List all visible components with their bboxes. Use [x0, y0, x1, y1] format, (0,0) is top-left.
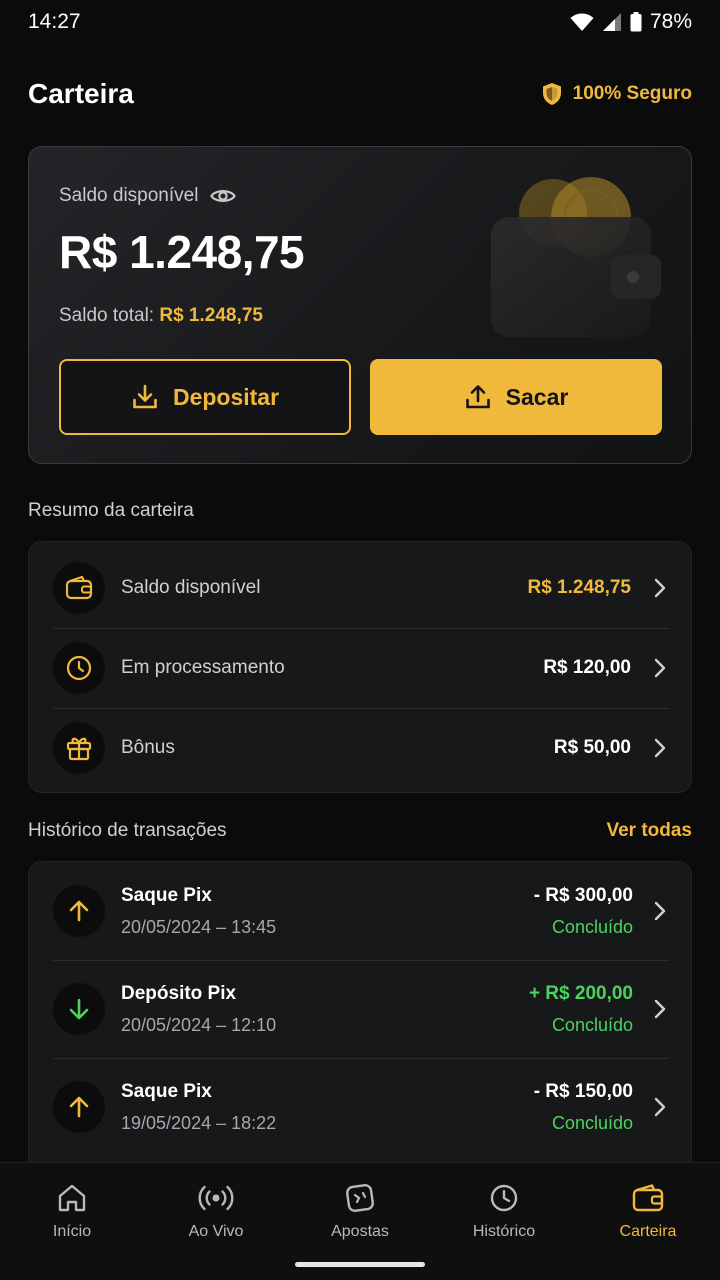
chevron-right-icon [651, 658, 669, 678]
transaction-row[interactable]: Depósito Pix 20/05/2024 – 12:10 + R$ 200… [29, 960, 691, 1058]
summary-row-value: R$ 120,00 [543, 657, 631, 678]
summary-row-processing[interactable]: Em processamento R$ 120,00 [29, 628, 693, 708]
history-icon [490, 1184, 518, 1212]
summary-icon-wrap [53, 642, 105, 694]
transaction-amount-block: - R$ 150,00 Concluído [534, 1081, 633, 1134]
summary-row-value: R$ 1.248,75 [527, 577, 631, 598]
chevron-right-icon [651, 738, 669, 758]
summary-icon-wrap [53, 722, 105, 774]
transaction-info: Saque Pix 19/05/2024 – 18:22 [121, 1081, 534, 1134]
transaction-amount: + R$ 200,00 [528, 982, 633, 1004]
battery-percent: 78% [649, 10, 692, 33]
transaction-icon-wrap [53, 885, 105, 937]
chevron-right-icon [651, 578, 669, 598]
total-balance-label: Saldo total: [59, 305, 155, 326]
summary-row-value: R$ 50,00 [553, 737, 631, 758]
transaction-title: Saque Pix [121, 884, 212, 906]
transaction-status: Concluído [551, 1014, 633, 1035]
balance-label-text: Saldo disponível [59, 185, 199, 206]
transaction-amount: - R$ 300,00 [533, 884, 633, 906]
transactions-card: Saque Pix 20/05/2024 – 13:45 - R$ 300,00… [28, 861, 692, 1191]
summary-row-label: Saldo disponível [121, 577, 261, 598]
deposit-button[interactable]: Depositar [59, 359, 351, 435]
transaction-status: Concluído [551, 1112, 633, 1133]
transaction-amount-block: - R$ 300,00 Concluído [534, 885, 633, 938]
upload-icon [465, 385, 490, 409]
signal-icon [602, 13, 621, 31]
summary-row-label: Bônus [121, 737, 175, 758]
withdraw-button[interactable]: Sacar [370, 359, 662, 435]
ticket-icon [346, 1184, 374, 1212]
transaction-amount-block: + R$ 200,00 Concluído [529, 983, 633, 1036]
transaction-date: 19/05/2024 – 18:22 [121, 1112, 277, 1133]
transaction-title: Depósito Pix [121, 982, 237, 1004]
eye-icon[interactable] [210, 187, 237, 205]
transaction-icon-wrap [53, 983, 105, 1035]
transaction-info: Saque Pix 20/05/2024 – 13:45 [121, 885, 534, 938]
transaction-date: 20/05/2024 – 13:45 [121, 916, 277, 937]
nav-item-history[interactable]: Histórico [432, 1163, 576, 1280]
chevron-right-icon [651, 901, 669, 921]
home-icon [58, 1184, 86, 1212]
see-all-link[interactable]: Ver todas [606, 820, 692, 842]
secure-badge: 100% Seguro [541, 82, 692, 106]
wallet-icon [65, 575, 93, 600]
transaction-icon-wrap [53, 1081, 105, 1133]
live-icon [198, 1185, 234, 1211]
transaction-amount: - R$ 150,00 [533, 1080, 633, 1102]
nav-label: Apostas [331, 1223, 389, 1240]
home-indicator[interactable] [295, 1262, 425, 1267]
secure-label: 100% Seguro [572, 83, 692, 104]
transaction-status: Concluído [551, 916, 633, 937]
wallet-icon [632, 1184, 664, 1212]
summary-section-title: Resumo da carteira [28, 500, 194, 521]
transaction-date: 20/05/2024 – 12:10 [121, 1014, 277, 1035]
chevron-right-icon [651, 999, 669, 1019]
shield-icon [542, 83, 561, 105]
wifi-icon [570, 13, 594, 31]
download-icon [133, 384, 157, 409]
deposit-button-label: Depositar [172, 383, 280, 410]
status-time: 14:27 [28, 10, 81, 33]
transaction-info: Depósito Pix 20/05/2024 – 12:10 [121, 983, 529, 1036]
nav-label: Ao Vivo [188, 1223, 244, 1240]
withdraw-button-label: Sacar [505, 383, 569, 410]
battery-icon [630, 12, 642, 32]
summary-row-bonus[interactable]: Bônus R$ 50,00 [29, 708, 693, 788]
summary-row-available[interactable]: Saldo disponível R$ 1.248,75 [29, 548, 693, 628]
transaction-row[interactable]: Saque Pix 19/05/2024 – 18:22 - R$ 150,00… [29, 1058, 691, 1156]
total-balance-value: R$ 1.248,75 [159, 305, 263, 326]
balance-card: Saldo disponível R$ 1.248,75 Saldo total… [28, 146, 692, 464]
nav-item-live[interactable]: Ao Vivo [144, 1163, 288, 1280]
arrow-down-icon [69, 998, 89, 1020]
balance-value: R$ 1.248,75 [59, 226, 305, 278]
total-balance: Saldo total: R$ 1.248,75 [59, 305, 263, 327]
arrow-up-icon [69, 1096, 89, 1118]
clock-icon [66, 655, 92, 681]
arrow-up-icon [69, 900, 89, 922]
gift-icon [66, 737, 92, 761]
page-title: Carteira [28, 78, 134, 109]
wallet-illustration-icon [491, 177, 661, 337]
nav-label: Carteira [619, 1223, 677, 1240]
transaction-title: Saque Pix [121, 1080, 212, 1102]
nav-item-wallet[interactable]: Carteira [576, 1163, 720, 1280]
status-icons: 78% [570, 10, 692, 34]
header: Carteira 100% Seguro [28, 72, 692, 116]
transactions-section-title: Histórico de transações [28, 820, 227, 841]
summary-card: Saldo disponível R$ 1.248,75 Em processa… [28, 541, 692, 793]
status-bar: 14:27 78% [0, 0, 720, 44]
nav-label: Início [52, 1223, 92, 1240]
nav-item-home[interactable]: Início [0, 1163, 144, 1280]
chevron-right-icon [651, 1097, 669, 1117]
summary-row-label: Em processamento [121, 657, 285, 678]
balance-label: Saldo disponível [59, 185, 237, 207]
summary-icon-wrap [53, 562, 105, 614]
transaction-row[interactable]: Saque Pix 20/05/2024 – 13:45 - R$ 300,00… [29, 862, 691, 960]
nav-label: Histórico [472, 1223, 536, 1240]
